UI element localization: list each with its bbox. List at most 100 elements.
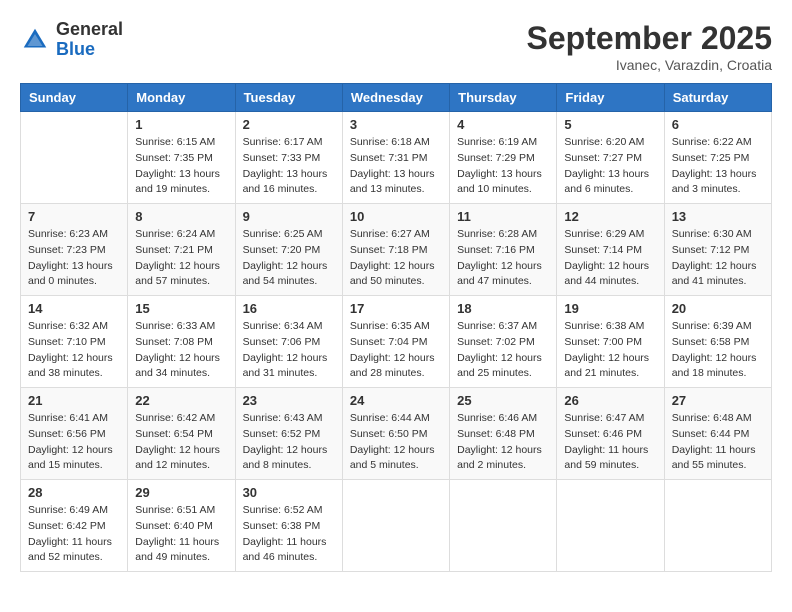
calendar-day-cell: 13Sunrise: 6:30 AM Sunset: 7:12 PM Dayli… — [664, 204, 771, 296]
weekday-header: Saturday — [664, 84, 771, 112]
day-info: Sunrise: 6:18 AM Sunset: 7:31 PM Dayligh… — [350, 135, 442, 198]
calendar-day-cell: 3Sunrise: 6:18 AM Sunset: 7:31 PM Daylig… — [342, 112, 449, 204]
day-info: Sunrise: 6:42 AM Sunset: 6:54 PM Dayligh… — [135, 411, 227, 474]
day-info: Sunrise: 6:49 AM Sunset: 6:42 PM Dayligh… — [28, 503, 120, 566]
calendar-day-cell: 5Sunrise: 6:20 AM Sunset: 7:27 PM Daylig… — [557, 112, 664, 204]
day-info: Sunrise: 6:47 AM Sunset: 6:46 PM Dayligh… — [564, 411, 656, 474]
day-info: Sunrise: 6:44 AM Sunset: 6:50 PM Dayligh… — [350, 411, 442, 474]
calendar-day-cell — [664, 480, 771, 572]
calendar-day-cell: 29 Sunrise: 6:51 AM Sunset: 6:40 PM Dayli… — [128, 480, 235, 572]
calendar-day-cell: 8Sunrise: 6:24 AM Sunset: 7:21 PM Daylig… — [128, 204, 235, 296]
month-title: September 2025 — [527, 20, 772, 57]
day-info: Sunrise: 6:43 AM Sunset: 6:52 PM Dayligh… — [243, 411, 335, 474]
day-number: 4 — [457, 117, 549, 132]
day-info: Sunrise: 6:33 AM Sunset: 7:08 PM Dayligh… — [135, 319, 227, 382]
calendar-day-cell: 6 Sunrise: 6:22 AM Sunset: 7:25 PM Daylig… — [664, 112, 771, 204]
day-info: Sunrise: 6:22 AM Sunset: 7:25 PM Dayligh… — [672, 135, 764, 198]
day-number: 14 — [28, 301, 120, 316]
calendar-day-cell: 22 Sunrise: 6:42 AM Sunset: 6:54 PM Dayli… — [128, 388, 235, 480]
logo-icon — [20, 25, 50, 55]
calendar-day-cell: 4 Sunrise: 6:19 AM Sunset: 7:29 PM Daylig… — [450, 112, 557, 204]
day-number: 27 — [672, 393, 764, 408]
calendar-day-cell: 21 Sunrise: 6:41 AM Sunset: 6:56 PM Dayli… — [21, 388, 128, 480]
day-number: 11 — [457, 209, 549, 224]
calendar-day-cell: 17 Sunrise: 6:35 AM Sunset: 7:04 PM Dayli… — [342, 296, 449, 388]
day-number: 29 — [135, 485, 227, 500]
day-number: 30 — [243, 485, 335, 500]
day-info: Sunrise: 6:35 AM Sunset: 7:04 PM Dayligh… — [350, 319, 442, 382]
calendar-day-cell: 27 Sunrise: 6:48 AM Sunset: 6:44 PM Dayli… — [664, 388, 771, 480]
calendar-week-row: 28 Sunrise: 6:49 AM Sunset: 6:42 PM Dayli… — [21, 480, 772, 572]
title-block: September 2025 Ivanec, Varazdin, Croatia — [527, 20, 772, 73]
weekday-header: Thursday — [450, 84, 557, 112]
calendar-day-cell: 18 Sunrise: 6:37 AM Sunset: 7:02 PM Dayli… — [450, 296, 557, 388]
day-info: Sunrise: 6:41 AM Sunset: 6:56 PM Dayligh… — [28, 411, 120, 474]
day-number: 6 — [672, 117, 764, 132]
calendar-day-cell: 2Sunrise: 6:17 AM Sunset: 7:33 PM Daylig… — [235, 112, 342, 204]
day-number: 26 — [564, 393, 656, 408]
calendar-day-cell: 15 Sunrise: 6:33 AM Sunset: 7:08 PM Dayli… — [128, 296, 235, 388]
weekday-header: Monday — [128, 84, 235, 112]
calendar-day-cell — [342, 480, 449, 572]
day-number: 7 — [28, 209, 120, 224]
day-info: Sunrise: 6:51 AM Sunset: 6:40 PM Dayligh… — [135, 503, 227, 566]
calendar-day-cell: 11 Sunrise: 6:28 AM Sunset: 7:16 PM Dayli… — [450, 204, 557, 296]
calendar-day-cell: 16Sunrise: 6:34 AM Sunset: 7:06 PM Dayli… — [235, 296, 342, 388]
day-number: 1 — [135, 117, 227, 132]
calendar-day-cell: 10Sunrise: 6:27 AM Sunset: 7:18 PM Dayli… — [342, 204, 449, 296]
calendar-table: SundayMondayTuesdayWednesdayThursdayFrid… — [20, 83, 772, 572]
weekday-header: Tuesday — [235, 84, 342, 112]
day-number: 12 — [564, 209, 656, 224]
day-number: 28 — [28, 485, 120, 500]
day-number: 21 — [28, 393, 120, 408]
day-info: Sunrise: 6:52 AM Sunset: 6:38 PM Dayligh… — [243, 503, 335, 566]
calendar-week-row: 7Sunrise: 6:23 AM Sunset: 7:23 PM Daylig… — [21, 204, 772, 296]
calendar-day-cell — [21, 112, 128, 204]
day-number: 22 — [135, 393, 227, 408]
day-number: 23 — [243, 393, 335, 408]
calendar-header-row: SundayMondayTuesdayWednesdayThursdayFrid… — [21, 84, 772, 112]
calendar-day-cell: 28 Sunrise: 6:49 AM Sunset: 6:42 PM Dayli… — [21, 480, 128, 572]
day-info: Sunrise: 6:38 AM Sunset: 7:00 PM Dayligh… — [564, 319, 656, 382]
calendar-day-cell — [450, 480, 557, 572]
day-info: Sunrise: 6:15 AM Sunset: 7:35 PM Dayligh… — [135, 135, 227, 198]
calendar-day-cell — [557, 480, 664, 572]
weekday-header: Sunday — [21, 84, 128, 112]
day-number: 24 — [350, 393, 442, 408]
day-number: 19 — [564, 301, 656, 316]
day-number: 8 — [135, 209, 227, 224]
day-info: Sunrise: 6:39 AM Sunset: 6:58 PM Dayligh… — [672, 319, 764, 382]
day-info: Sunrise: 6:19 AM Sunset: 7:29 PM Dayligh… — [457, 135, 549, 198]
day-info: Sunrise: 6:48 AM Sunset: 6:44 PM Dayligh… — [672, 411, 764, 474]
day-number: 25 — [457, 393, 549, 408]
day-number: 5 — [564, 117, 656, 132]
logo-blue: Blue — [56, 39, 95, 59]
day-number: 17 — [350, 301, 442, 316]
day-info: Sunrise: 6:17 AM Sunset: 7:33 PM Dayligh… — [243, 135, 335, 198]
day-info: Sunrise: 6:25 AM Sunset: 7:20 PM Dayligh… — [243, 227, 335, 290]
location-subtitle: Ivanec, Varazdin, Croatia — [527, 57, 772, 73]
day-info: Sunrise: 6:28 AM Sunset: 7:16 PM Dayligh… — [457, 227, 549, 290]
calendar-day-cell: 19 Sunrise: 6:38 AM Sunset: 7:00 PM Dayli… — [557, 296, 664, 388]
day-number: 15 — [135, 301, 227, 316]
day-number: 13 — [672, 209, 764, 224]
calendar-day-cell: 23 Sunrise: 6:43 AM Sunset: 6:52 PM Dayli… — [235, 388, 342, 480]
logo-general: General — [56, 19, 123, 39]
logo: General Blue — [20, 20, 123, 60]
day-number: 10 — [350, 209, 442, 224]
calendar-week-row: 21 Sunrise: 6:41 AM Sunset: 6:56 PM Dayli… — [21, 388, 772, 480]
logo-text: General Blue — [56, 20, 123, 60]
weekday-header: Wednesday — [342, 84, 449, 112]
calendar-day-cell: 14Sunrise: 6:32 AM Sunset: 7:10 PM Dayli… — [21, 296, 128, 388]
calendar-day-cell: 12Sunrise: 6:29 AM Sunset: 7:14 PM Dayli… — [557, 204, 664, 296]
day-info: Sunrise: 6:37 AM Sunset: 7:02 PM Dayligh… — [457, 319, 549, 382]
calendar-day-cell: 24 Sunrise: 6:44 AM Sunset: 6:50 PM Dayli… — [342, 388, 449, 480]
calendar-day-cell: 26 Sunrise: 6:47 AM Sunset: 6:46 PM Dayli… — [557, 388, 664, 480]
day-number: 20 — [672, 301, 764, 316]
weekday-header: Friday — [557, 84, 664, 112]
calendar-day-cell: 1 Sunrise: 6:15 AM Sunset: 7:35 PM Daylig… — [128, 112, 235, 204]
day-number: 18 — [457, 301, 549, 316]
calendar-day-cell: 9Sunrise: 6:25 AM Sunset: 7:20 PM Daylig… — [235, 204, 342, 296]
day-info: Sunrise: 6:46 AM Sunset: 6:48 PM Dayligh… — [457, 411, 549, 474]
calendar-day-cell: 30 Sunrise: 6:52 AM Sunset: 6:38 PM Dayli… — [235, 480, 342, 572]
